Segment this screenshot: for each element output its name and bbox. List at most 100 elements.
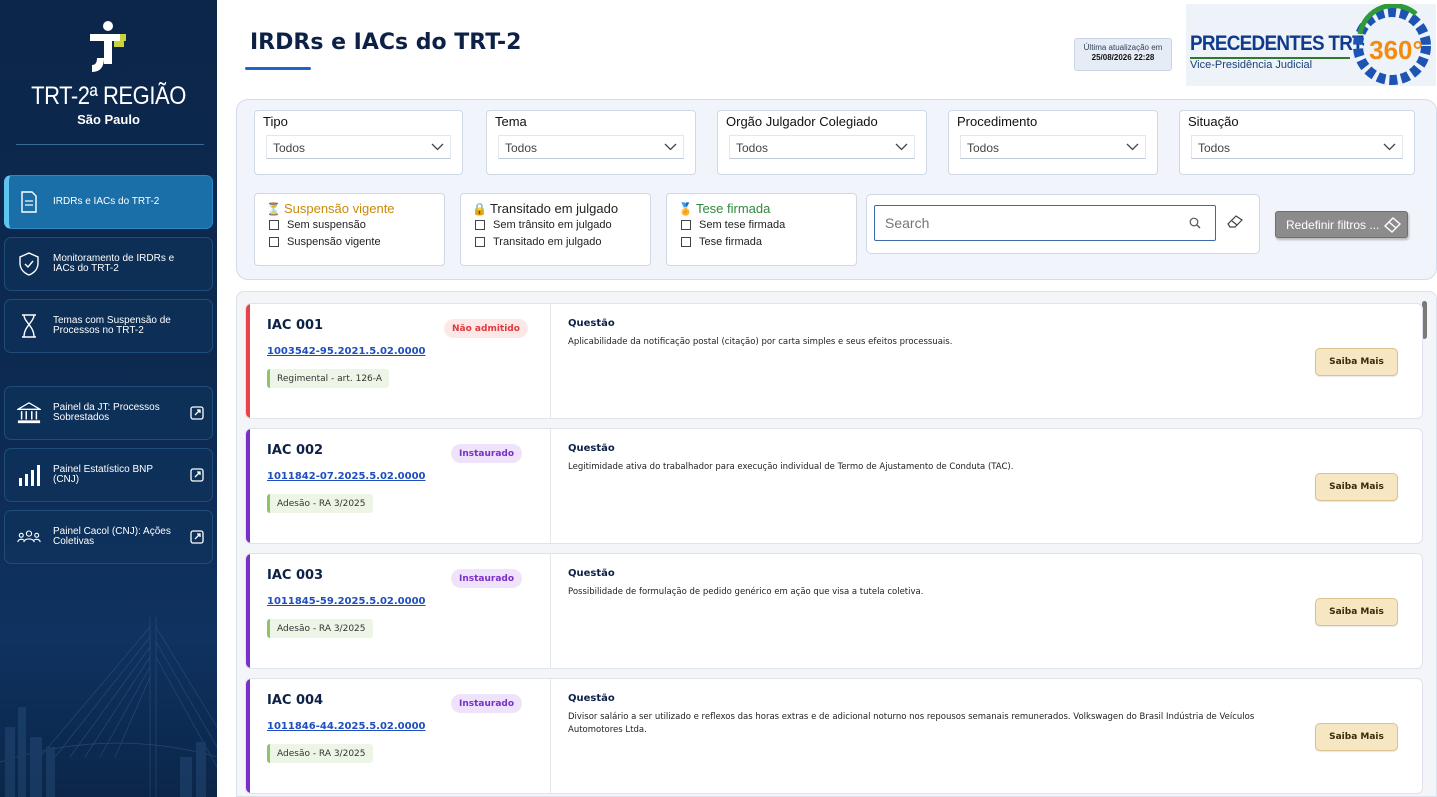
medal-emoji-icon: 🏅 [678,201,693,216]
iac-card: IAC 004 Instaurado 1011846-44.2025.5.02.… [245,678,1423,794]
checkbox[interactable] [681,237,691,247]
question-text: Divisor salário a ser utilizado e reflex… [568,712,1255,735]
filter-transitado: 🔒 Transitado em julgado Sem trânsito em … [460,193,651,266]
sidebar-item-label: Temas com Suspensão de Processos no TRT-… [53,315,171,336]
question-text: Possibilidade de formulação de pedido ge… [568,587,924,597]
search-icon[interactable] [1189,217,1201,229]
precedentes-logo: PRECEDENTES TRT-2 Vice-Presidência Judic… [1186,4,1436,86]
search-input[interactable] [874,205,1216,241]
iac-card: IAC 003 Instaurado 1011845-59.2025.5.02.… [245,553,1423,669]
checkbox[interactable] [681,220,691,230]
checkbox[interactable] [269,237,279,247]
external-link-icon [190,468,204,482]
procedure-tag: Adesão - RA 3/2025 [267,494,373,513]
iac-card: IAC 001 Não admitido 1003542-95.2021.5.0… [245,303,1423,419]
filter-label: Procedimento [957,114,1038,129]
sidebar-item-label: Painel Cacol (CNJ): Ações Coletivas [53,526,171,547]
checkbox[interactable] [475,220,485,230]
eraser-icon [1384,216,1402,233]
trt2-logo-mark-icon [89,21,126,72]
chevron-down-icon [431,143,444,151]
shield-check-icon [17,252,41,276]
situacao-select[interactable]: Todos [1191,135,1403,159]
card-summary: IAC 004 Instaurado 1011846-44.2025.5.02.… [250,679,551,793]
app-root: TRT-2ª REGIÃO São Paulo IRDRs e IACs do … [0,0,1437,797]
filter-procedimento: Procedimento Todos [948,110,1158,175]
saiba-mais-button[interactable]: Saiba Mais [1315,598,1398,626]
filter-tipo: Tipo Todos [254,110,463,175]
last-update-box: Última atualização em 25/08/2026 22:28 [1074,38,1172,71]
sidebar-item-label: Monitoramento de IRDRs e IACs do TRT-2 [53,253,175,274]
saiba-mais-button[interactable]: Saiba Mais [1315,723,1398,751]
card-id: IAC 003 [267,568,324,583]
checkbox-sem-tese[interactable]: Sem tese firmada [681,219,785,231]
filter-tese: 🏅 Tese firmada Sem tese firmada Tese fir… [666,193,857,266]
orgao-select[interactable]: Todos [729,135,915,159]
sidebar-item-temas-suspensao[interactable]: Temas com Suspensão de Processos no TRT-… [4,299,213,353]
select-value: Todos [505,141,538,155]
procedure-tag: Regimental - art. 126-A [267,369,389,388]
chevron-down-icon [1126,143,1139,151]
reset-filters-button[interactable]: Redefinir filtros ... [1275,211,1408,238]
tema-select[interactable]: Todos [498,135,684,159]
question-text: Legitimidade ativa do trabalhador para e… [568,462,1014,472]
process-number-link[interactable]: 1003542-95.2021.5.02.0000 [267,346,426,357]
checkbox-label: Sem trânsito em julgado [493,219,612,231]
sidebar-item-painel-bnp[interactable]: Painel Estatístico BNP (CNJ) [4,448,213,502]
filter-group-title: 🔒 Transitado em julgado [472,201,618,216]
checkbox-sem-suspensao[interactable]: Sem suspensão [269,219,366,231]
logo-divider [16,144,204,145]
checkbox-label: Sem suspensão [287,219,366,231]
checkbox-tese-firmada[interactable]: Tese firmada [681,236,762,248]
checkbox-sem-transito[interactable]: Sem trânsito em julgado [475,219,612,231]
reset-filters-label: Redefinir filtros ... [1286,217,1380,232]
checkbox-suspensao-vigente[interactable]: Suspensão vigente [269,236,381,248]
sidebar-item-label: Painel Estatístico BNP (CNJ) [53,464,153,485]
external-link-icon [190,406,204,420]
checkbox[interactable] [475,237,485,247]
procedimento-select[interactable]: Todos [960,135,1146,159]
question-label: Questão [568,568,615,579]
eraser-icon[interactable] [1227,215,1243,229]
saiba-mais-button[interactable]: Saiba Mais [1315,348,1398,376]
sidebar-item-painel-cacol[interactable]: Painel Cacol (CNJ): Ações Coletivas [4,510,213,564]
question-text: Aplicabilidade da notificação postal (ci… [568,337,953,347]
checkbox[interactable] [269,220,279,230]
external-link-icon [190,530,204,544]
logo-title: TRT-2ª REGIÃO [31,82,186,110]
checkbox-transitado[interactable]: Transitado em julgado [475,236,601,248]
filter-orgao: Orgão Julgador Colegiado Todos [717,110,927,175]
search-box [866,194,1260,254]
courthouse-icon [17,401,41,425]
bar-chart-icon [17,463,41,487]
status-badge: Instaurado [451,569,523,588]
checkbox-label: Tese firmada [699,236,762,248]
process-number-link[interactable]: 1011845-59.2025.5.02.0000 [267,596,426,607]
filter-group-label: Tese firmada [695,201,771,216]
checkbox-label: Transitado em julgado [493,236,602,248]
filter-suspensao: ⏳ Suspensão vigente Sem suspensão Suspen… [254,193,445,266]
checkbox-label: Sem tese firmada [699,219,786,231]
sidebar-item-monitoramento[interactable]: Monitoramento de IRDRs e IACs do TRT-2 [4,237,213,291]
procedure-tag: Adesão - RA 3/2025 [267,619,373,638]
saiba-mais-button[interactable]: Saiba Mais [1315,473,1398,501]
filter-label: Situação [1188,114,1239,129]
checkbox-label: Suspensão vigente [287,236,381,248]
chevron-down-icon [664,143,677,151]
sidebar-item-irdrs-iacs[interactable]: IRDRs e IACs do TRT-2 [4,175,213,229]
select-value: Todos [273,141,306,155]
filter-label: Tema [495,114,527,129]
hourglass-icon [17,314,41,338]
process-number-link[interactable]: 1011842-07.2025.5.02.0000 [267,471,426,482]
filter-situacao: Situação Todos [1179,110,1415,175]
question-label: Questão [568,318,615,329]
question-label: Questão [568,693,615,704]
process-number-link[interactable]: 1011846-44.2025.5.02.0000 [267,721,426,732]
filter-group-label: Transitado em julgado [489,201,619,216]
sidebar-item-painel-jt[interactable]: Painel da JT: Processos Sobrestados [4,386,213,440]
filter-label: Tipo [263,114,288,129]
filter-tema: Tema Todos [486,110,696,175]
card-summary: IAC 003 Instaurado 1011845-59.2025.5.02.… [250,554,551,668]
tipo-select[interactable]: Todos [266,135,451,159]
card-summary: IAC 001 Não admitido 1003542-95.2021.5.0… [250,304,551,418]
